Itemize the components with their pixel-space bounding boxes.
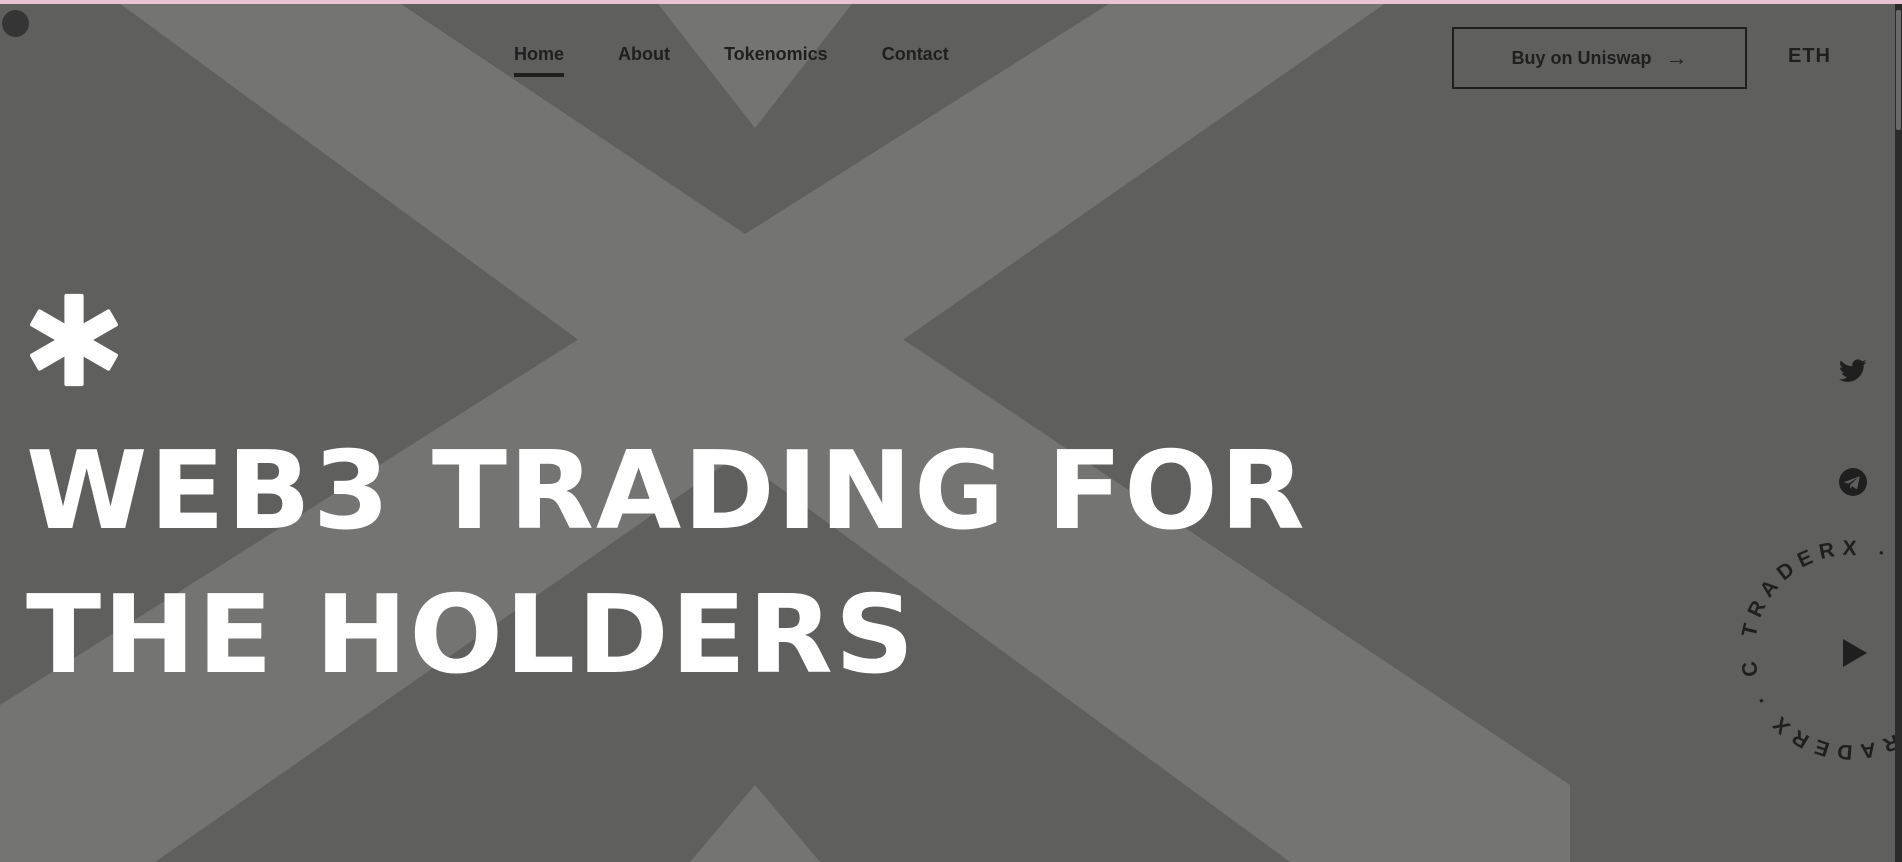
main-nav: Home About Tokenomics Contact (514, 44, 949, 77)
scrollbar-thumb[interactable] (1896, 10, 1901, 130)
arrow-right-icon: → (1665, 45, 1688, 70)
nav-contact-link[interactable]: Contact (882, 44, 949, 77)
hero-line-1: WEB3 TRADING FOR (26, 429, 1307, 554)
nav-tokenomics-link[interactable]: Tokenomics (724, 44, 828, 77)
top-accent-line (0, 0, 1902, 4)
hero-line-2: THE HOLDERS (26, 573, 917, 698)
nav-home-link[interactable]: Home (514, 44, 565, 77)
hero-title: WEB3 TRADING FOR THE HOLDERS (26, 420, 1307, 708)
cursor-dot (2, 10, 29, 37)
buy-button-label: Buy on Uniswap (1511, 47, 1652, 68)
telegram-icon[interactable] (1836, 465, 1870, 499)
network-label: ETH (1788, 45, 1831, 67)
play-icon[interactable] (1836, 636, 1870, 670)
scrollbar[interactable] (1895, 4, 1902, 862)
page: Home About Tokenomics Contact Buy on Uni… (0, 0, 1902, 862)
traderx-capital-badge: TRADERX · CAPITAL · TRADERX · CAPITAL · (1730, 530, 1902, 764)
badge-ring-text: TRADERX · CAPITAL · TRADERX · CAPITAL · (1730, 530, 1902, 764)
twitter-icon[interactable] (1836, 354, 1870, 388)
buy-on-uniswap-button[interactable]: Buy on Uniswap → (1452, 27, 1747, 89)
asterisk-icon (29, 293, 119, 387)
nav-about-link[interactable]: About (618, 44, 670, 77)
